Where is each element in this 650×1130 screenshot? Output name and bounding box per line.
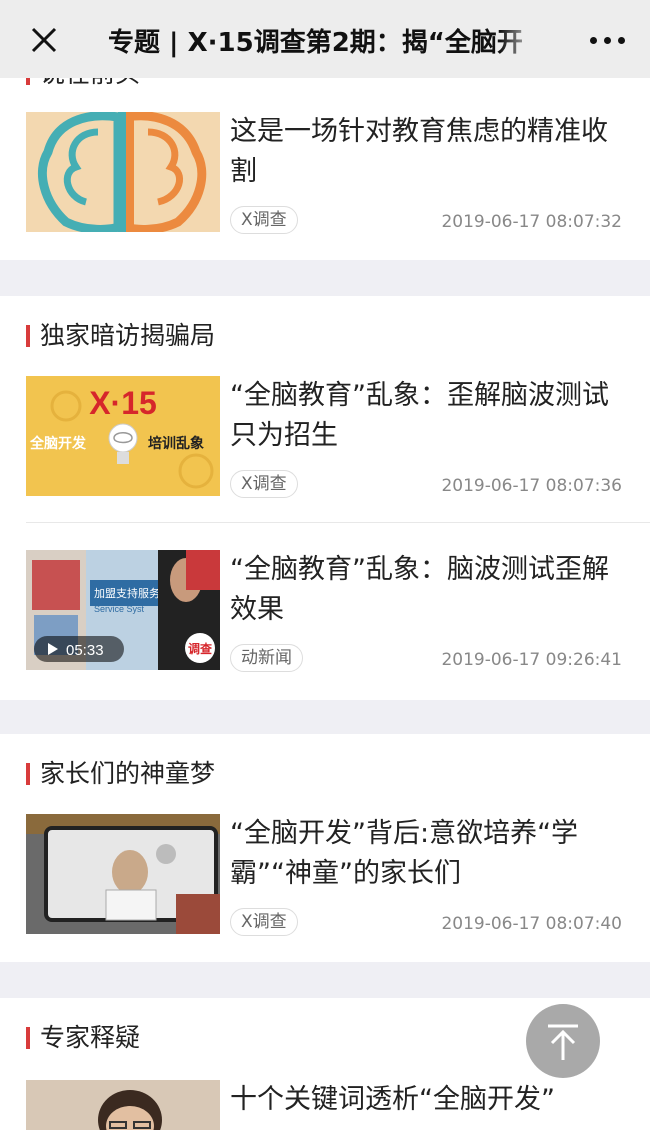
list-item[interactable]: 加盟支持服务 Service Syst 05:33 调查 “全脑教育”乱象：脑波…: [0, 550, 650, 680]
svg-text:加盟支持服务: 加盟支持服务: [94, 586, 160, 600]
publish-time: 2019-06-17 08:07:40: [441, 914, 622, 934]
section-investigation: 独家暗访揭骗局 X·15 全脑开发 培训乱象 “全脑教育”乱象：歪解脑波测试只为…: [0, 296, 650, 700]
article-title[interactable]: 这是一场针对教育焦虑的精准收割: [230, 112, 630, 192]
publish-time: 2019-06-17 09:26:41: [441, 650, 622, 670]
arrow-up-icon: [548, 1024, 578, 1060]
article-title[interactable]: “全脑教育”乱象：脑波测试歪解效果: [230, 550, 630, 630]
divider: [26, 522, 650, 523]
publish-time: 2019-06-17 08:07:32: [441, 212, 622, 232]
page-title: 专题 | X·15调查第2期：揭“全脑开: [108, 22, 540, 58]
svg-text:X·15: X·15: [89, 385, 157, 421]
article-thumbnail: [26, 112, 220, 232]
list-item[interactable]: “全脑开发”背后:意欲培养“学霸”“神童”的家长们 X调查 2019-06-17…: [0, 814, 650, 944]
article-title[interactable]: “全脑教育”乱象：歪解脑波测试只为招生: [230, 376, 630, 456]
close-icon[interactable]: [22, 18, 66, 62]
article-thumbnail: [26, 814, 220, 934]
publish-time: 2019-06-17 08:07:36: [441, 476, 622, 496]
svg-text:05:33: 05:33: [66, 642, 104, 659]
section-title: 家长们的神童梦: [26, 758, 215, 790]
svg-text:Service Syst: Service Syst: [94, 604, 145, 614]
list-item[interactable]: X·15 全脑开发 培训乱象 “全脑教育”乱象：歪解脑波测试只为招生 X调查 2…: [0, 376, 650, 506]
source-tag: X调查: [230, 908, 298, 936]
section-title: 专家释疑: [26, 1022, 140, 1054]
list-item[interactable]: 十个关键词透析“全脑开发”: [0, 1080, 650, 1130]
more-icon[interactable]: [588, 24, 628, 56]
list-item[interactable]: 这是一场针对教育焦虑的精准收割 X调查 2019-06-17 08:07:32: [0, 112, 650, 252]
source-tag: X调查: [230, 470, 298, 498]
svg-text:调查: 调查: [188, 641, 213, 656]
svg-text:培训乱象: 培训乱象: [148, 435, 204, 452]
article-thumbnail: [26, 1080, 220, 1130]
article-thumbnail: X·15 全脑开发 培训乱象: [26, 376, 220, 496]
article-title[interactable]: “全脑开发”背后:意欲培养“学霸”“神童”的家长们: [230, 814, 630, 894]
source-tag: X调查: [230, 206, 298, 234]
top-bar: 专题 | X·15调查第2期：揭“全脑开: [0, 0, 650, 78]
back-to-top-button[interactable]: [526, 1004, 600, 1078]
svg-text:全脑开发: 全脑开发: [29, 435, 87, 452]
section-title: 独家暗访揭骗局: [26, 320, 215, 352]
section-parents: 家长们的神童梦 “全脑开发”背后:意欲培养“学霸”“神童”的家长们 X调查 20…: [0, 734, 650, 962]
source-tag: 动新闻: [230, 644, 303, 672]
article-title[interactable]: 十个关键词透析“全脑开发”: [230, 1080, 630, 1120]
video-thumbnail: 加盟支持服务 Service Syst 05:33 调查: [26, 550, 220, 670]
